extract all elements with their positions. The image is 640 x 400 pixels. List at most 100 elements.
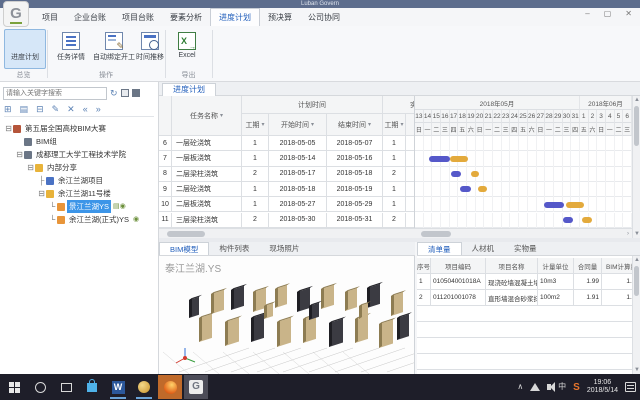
scroll-up-icon[interactable]: ▲ bbox=[633, 96, 640, 104]
plan-start-cell: 2018-05-30 bbox=[269, 213, 327, 228]
sogou-icon[interactable]: S bbox=[573, 382, 580, 393]
collapse-panel-icon[interactable] bbox=[121, 89, 129, 97]
task-name-cell: 二层砼浇筑 bbox=[172, 182, 242, 197]
gantt-weekday-header: 三 bbox=[563, 123, 572, 136]
firefox[interactable] bbox=[158, 375, 182, 399]
tree-expander-icon[interactable]: ⊟ bbox=[37, 187, 46, 200]
gantt-weekday-header: 四 bbox=[450, 123, 459, 136]
tree-expander-icon[interactable]: ├ bbox=[37, 174, 46, 187]
gantt-day-header: 25 bbox=[519, 110, 528, 123]
start-button-icon bbox=[9, 382, 20, 393]
ribbon-button-时间推移[interactable]: 时间推移 bbox=[132, 29, 168, 69]
ribbon-button-Excel[interactable]: Excel bbox=[170, 29, 204, 69]
notification-center-icon[interactable] bbox=[625, 382, 636, 392]
gantt-hscrollbar[interactable]: › bbox=[415, 228, 632, 238]
tree-search-input[interactable] bbox=[3, 87, 107, 100]
qty-cell[interactable]: 100m2 bbox=[538, 290, 574, 306]
gantt-grid-col bbox=[580, 151, 589, 166]
task-view[interactable] bbox=[54, 375, 78, 399]
scroll-down-icon[interactable]: ▼ bbox=[633, 366, 640, 374]
tab-人材机[interactable]: 人材机 bbox=[462, 242, 505, 255]
add-node-icon[interactable]: ⊞ bbox=[4, 103, 12, 115]
tree-expander-icon[interactable]: └ bbox=[48, 213, 57, 226]
ribbon-button-任务详情[interactable]: 任务详情 bbox=[52, 29, 90, 69]
delete-icon[interactable]: ✕ bbox=[67, 103, 75, 115]
tree-node[interactable]: ├余江兰湖项目 bbox=[0, 174, 158, 187]
tree-expander-icon[interactable]: ⊟ bbox=[15, 148, 24, 161]
qty-cell[interactable]: 现浇砼墙混凝土墙 bbox=[486, 274, 538, 290]
tree-expander-icon[interactable]: ⊟ bbox=[4, 122, 13, 135]
coin-app[interactable] bbox=[132, 375, 156, 399]
qty-cell[interactable]: 010504001018A bbox=[431, 274, 486, 290]
tab-schedule-plan[interactable]: 进度计划 bbox=[162, 83, 216, 96]
ribbon-tab-进度计划[interactable]: 进度计划 bbox=[210, 8, 260, 26]
qty-cell[interactable]: 1.99 bbox=[574, 274, 602, 290]
tree-node[interactable]: ⊟内部分享 bbox=[0, 161, 158, 174]
gantt-grid-col bbox=[528, 136, 537, 151]
ribbon-tab-项目[interactable]: 项目 bbox=[34, 9, 66, 26]
tab-实物量[interactable]: 实物量 bbox=[504, 242, 547, 255]
qty-cell[interactable]: 011201001078 bbox=[431, 290, 486, 306]
tab-BIM模型[interactable]: BIM模型 bbox=[159, 242, 209, 255]
luban-govern[interactable]: G bbox=[184, 375, 208, 399]
gantt-grid-col bbox=[623, 167, 632, 182]
volume-icon[interactable] bbox=[547, 384, 551, 390]
bim-3d-view[interactable]: 泰江兰湖.YS bbox=[159, 256, 415, 374]
tree-expander-icon[interactable]: └ bbox=[48, 200, 57, 213]
ribbon-tab-要素分析[interactable]: 要素分析 bbox=[162, 9, 210, 26]
ribbon-tab-企业台账[interactable]: 企业台账 bbox=[66, 9, 114, 26]
word[interactable]: W bbox=[106, 375, 130, 399]
store[interactable] bbox=[80, 375, 104, 399]
cortana-search[interactable] bbox=[28, 375, 52, 399]
collapse-all-icon[interactable]: « bbox=[83, 103, 88, 115]
ribbon-button-自动绑定开工[interactable]: 自动绑定开工 bbox=[92, 29, 136, 69]
gantt-grid-col bbox=[458, 213, 467, 228]
qty-cell[interactable]: 1.99 bbox=[602, 274, 632, 290]
tree-node[interactable]: └景江兰湖YS▤◉ bbox=[0, 200, 158, 213]
tab-构件列表[interactable]: 构件列表 bbox=[209, 242, 259, 255]
ribbon-tab-项目台账[interactable]: 项目台账 bbox=[114, 9, 162, 26]
tree-node[interactable]: BIM组 bbox=[0, 135, 158, 148]
qty-cell[interactable]: 1.91 bbox=[574, 290, 602, 306]
tab-清单量[interactable]: 清单量 bbox=[417, 242, 462, 255]
qty-cell[interactable]: 1.91 bbox=[602, 290, 632, 306]
gantt-weekday-header: 二 bbox=[615, 123, 624, 136]
tray-chevron-icon[interactable]: ∧ bbox=[517, 382, 523, 392]
tree-node[interactable]: └余江兰湖(正式)YS◉ bbox=[0, 213, 158, 226]
network-icon[interactable] bbox=[530, 383, 540, 391]
close-button[interactable]: ✕ bbox=[625, 10, 632, 18]
scroll-up-icon[interactable]: ▲ bbox=[633, 256, 640, 264]
col-header-开始时间: 开始时间▾ bbox=[406, 114, 415, 136]
scroll-right-icon[interactable]: › bbox=[624, 230, 632, 238]
minimize-button[interactable]: – bbox=[585, 10, 589, 18]
tree-node-icon bbox=[24, 151, 32, 159]
taskbar-clock[interactable]: 19:062018/5/14 bbox=[587, 379, 618, 395]
ribbon-tab-公司协同[interactable]: 公司协同 bbox=[300, 9, 348, 26]
refresh-icon[interactable]: ↻ bbox=[110, 88, 118, 98]
tab-现场照片[interactable]: 现场照片 bbox=[259, 242, 309, 255]
gantt-grid-col bbox=[424, 182, 433, 197]
scroll-down-icon[interactable]: ▼ bbox=[633, 230, 640, 238]
tree-node[interactable]: ⊟余江兰湖11号楼 bbox=[0, 187, 158, 200]
qty-cell[interactable]: 10m3 bbox=[538, 274, 574, 290]
expand-panel-icon[interactable] bbox=[132, 89, 140, 97]
ime-indicator[interactable]: 中 bbox=[558, 382, 566, 392]
top-vscrollbar[interactable]: ▲ ▼ bbox=[632, 96, 640, 238]
edit-node-icon[interactable]: ▤ bbox=[20, 103, 29, 115]
start-button[interactable] bbox=[2, 375, 26, 399]
qty-cell[interactable]: 直形墙混合砂浆抹灰 bbox=[486, 290, 538, 306]
expand-all-icon[interactable]: » bbox=[96, 103, 101, 115]
remove-node-icon[interactable]: ⊟ bbox=[36, 103, 44, 115]
qty-cell[interactable]: 2 bbox=[417, 290, 431, 306]
tree-expander-icon[interactable]: ⊟ bbox=[26, 161, 35, 174]
rename-icon[interactable]: ✎ bbox=[52, 103, 60, 115]
tree-node[interactable]: ⊟成都理工大学工程技术学院 bbox=[0, 148, 158, 161]
maximize-button[interactable]: ▢ bbox=[604, 10, 612, 18]
table-hscrollbar[interactable] bbox=[159, 228, 415, 238]
gantt-grid-col bbox=[615, 151, 624, 166]
ribbon-tab-预决算[interactable]: 预决算 bbox=[260, 9, 300, 26]
quantity-vscrollbar[interactable]: ▲ ▼ bbox=[632, 256, 640, 374]
qty-cell[interactable]: 1 bbox=[417, 274, 431, 290]
tree-node[interactable]: ⊟第五届全国高校BIM大赛 bbox=[0, 122, 158, 135]
ribbon-button-进度计划[interactable]: 进度计划 bbox=[4, 29, 46, 69]
